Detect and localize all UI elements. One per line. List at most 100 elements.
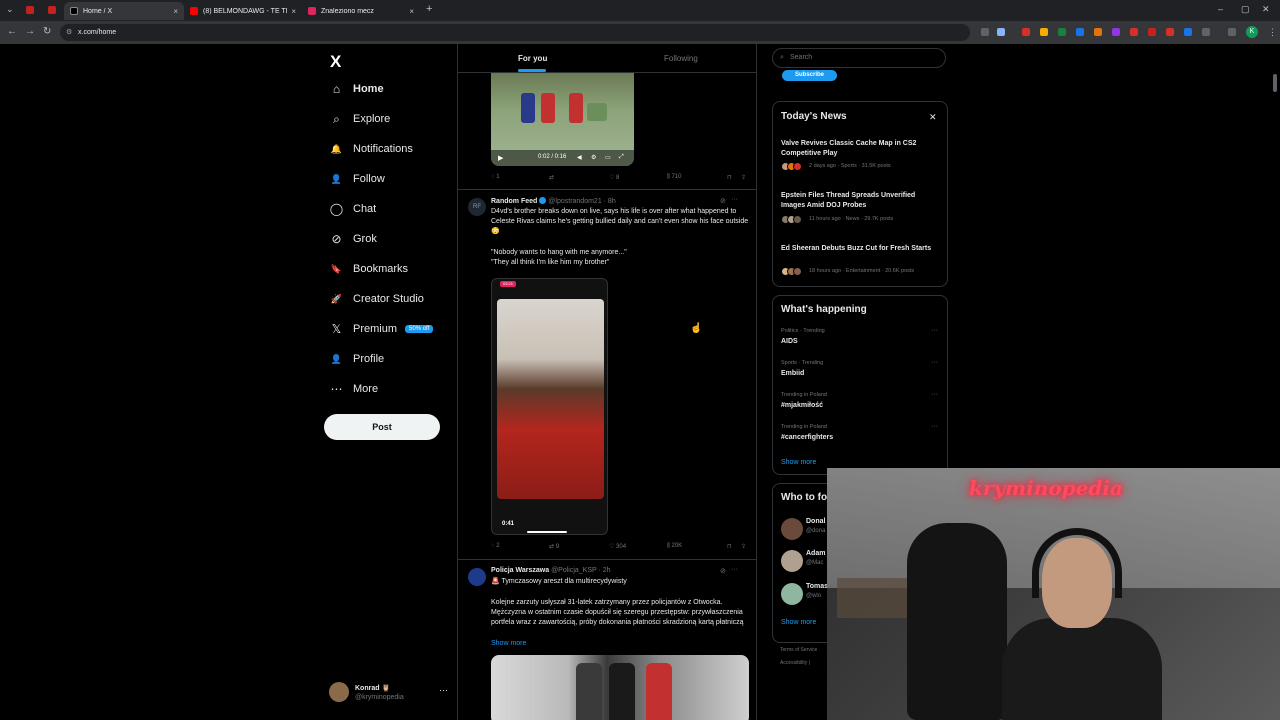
extension-icon[interactable]: [1040, 28, 1048, 36]
mute-icon[interactable]: ◀: [577, 154, 582, 161]
tab-following[interactable]: Following: [664, 54, 698, 63]
scrollbar[interactable]: [1273, 74, 1277, 92]
bookmark-icon[interactable]: ⊓: [727, 174, 732, 181]
more-icon[interactable]: ···: [731, 566, 738, 573]
tweet-video[interactable]: 03:21 0:41: [491, 278, 608, 535]
avatar[interactable]: [781, 583, 803, 605]
nav-more[interactable]: ⋯ More: [330, 379, 379, 399]
footer-link[interactable]: Terms of Service: [780, 647, 817, 653]
settings-icon[interactable]: ⚙: [591, 154, 596, 161]
nav-home[interactable]: ⌂ Home: [330, 79, 384, 99]
share-icon[interactable]: ⇪: [741, 174, 746, 181]
extension-icon[interactable]: [1076, 28, 1084, 36]
repost-button[interactable]: ⇄ 9: [549, 543, 559, 550]
nav-follow[interactable]: 👤 Follow: [330, 169, 385, 189]
pinned-tab-icon[interactable]: [48, 6, 56, 14]
tab-youtube[interactable]: (8) BELMONDAWG - TE TE ×: [184, 2, 302, 20]
reload-icon[interactable]: ↻: [43, 26, 51, 37]
more-icon[interactable]: ···: [931, 423, 938, 430]
nav-profile[interactable]: 👤 Profile: [330, 349, 384, 369]
browser-menu-icon[interactable]: ⋮: [1268, 27, 1277, 38]
profile-avatar[interactable]: K: [1246, 26, 1258, 38]
extension-icon[interactable]: [1184, 28, 1192, 36]
show-more-link[interactable]: Show more: [491, 640, 526, 647]
x-logo-icon[interactable]: X: [330, 52, 341, 72]
show-more-link[interactable]: Show more: [781, 619, 816, 626]
extensions-puzzle-icon[interactable]: [1202, 28, 1210, 36]
grok-icon[interactable]: ⊘: [720, 197, 726, 205]
footer-link[interactable]: Accessibility |: [780, 660, 810, 666]
more-icon[interactable]: ···: [931, 359, 938, 366]
nav-creator-studio[interactable]: 🚀 Creator Studio: [330, 289, 424, 309]
grok-icon[interactable]: ⊘: [720, 567, 726, 575]
more-icon[interactable]: ···: [931, 327, 938, 334]
nav-bookmarks[interactable]: 🔖 Bookmarks: [330, 259, 408, 279]
nav-notifications[interactable]: 🔔 Notifications: [330, 139, 413, 159]
share-icon[interactable]: ⇪: [741, 543, 746, 550]
extension-icon[interactable]: [1094, 28, 1102, 36]
extension-icon[interactable]: [1022, 28, 1030, 36]
extension-icon[interactable]: [1148, 28, 1156, 36]
nav-explore[interactable]: ⌕ Explore: [330, 109, 390, 129]
suggested-name[interactable]: Tomas: [806, 583, 828, 590]
extension-icon[interactable]: [1130, 28, 1138, 36]
avatar[interactable]: [781, 518, 803, 540]
address-bar[interactable]: ⚙ x.com/home: [60, 24, 970, 41]
play-icon[interactable]: ▶: [498, 154, 503, 162]
trend-name[interactable]: #cancerfighters: [781, 434, 833, 441]
tweet-author[interactable]: Policja Warszawa @Policja_KSP · 2h: [491, 567, 611, 574]
show-more-link[interactable]: Show more: [781, 459, 816, 466]
trend-name[interactable]: Embiid: [781, 370, 804, 377]
tab-match[interactable]: Znaleziono mecz ×: [302, 2, 420, 20]
nav-chat[interactable]: ◯ Chat: [330, 199, 376, 219]
close-icon[interactable]: ×: [409, 7, 414, 16]
avatar[interactable]: RF: [468, 198, 486, 216]
reply-button[interactable]: ◌ 2: [491, 543, 500, 549]
pip-icon[interactable]: ▭: [605, 154, 611, 161]
more-icon[interactable]: ···: [931, 391, 938, 398]
nav-grok[interactable]: ⊘ Grok: [330, 229, 376, 249]
avatar[interactable]: [781, 550, 803, 572]
bookmark-icon[interactable]: ⊓: [727, 543, 732, 550]
views-button[interactable]: ⫼ 20K: [667, 543, 682, 550]
pinned-tab-icon[interactable]: [26, 6, 34, 14]
reply-button[interactable]: ◌ 1: [491, 174, 500, 180]
back-icon[interactable]: ←: [7, 26, 17, 37]
extension-icon[interactable]: [1112, 28, 1120, 36]
more-icon[interactable]: ···: [731, 196, 738, 203]
like-button[interactable]: ♡ 304: [609, 543, 626, 550]
extension-icon[interactable]: [1166, 28, 1174, 36]
close-icon[interactable]: ×: [173, 7, 178, 16]
more-icon[interactable]: ···: [439, 685, 448, 695]
tab-home-x[interactable]: Home / X ×: [64, 2, 184, 20]
cast-icon[interactable]: [981, 28, 989, 36]
suggested-name[interactable]: Donal: [806, 518, 825, 525]
window-close-icon[interactable]: ✕: [1262, 4, 1270, 15]
like-button[interactable]: ♡ 8: [609, 174, 619, 181]
tweet-video[interactable]: ▶ 0:02 / 0:16 ◀ ⚙ ▭ ⤢: [491, 73, 634, 166]
subscribe-button[interactable]: Subscribe: [782, 70, 837, 81]
trend-name[interactable]: #mjakmiłość: [781, 402, 823, 409]
maximize-icon[interactable]: ▢: [1241, 4, 1250, 15]
tab-for-you[interactable]: For you: [518, 54, 547, 63]
news-headline[interactable]: Ed Sheeran Debuts Buzz Cut for Fresh Sta…: [781, 244, 941, 254]
forward-icon[interactable]: →: [25, 26, 35, 37]
sidepanel-icon[interactable]: [1228, 28, 1236, 36]
trend-name[interactable]: AIDS: [781, 338, 798, 345]
extension-icon[interactable]: [1058, 28, 1066, 36]
tweet-author[interactable]: Random Feed @lpostrandom21 · 8h: [491, 197, 616, 205]
views-button[interactable]: ⫼ 710: [667, 174, 681, 181]
suggested-name[interactable]: Adam: [806, 550, 825, 557]
star-icon[interactable]: [997, 28, 1005, 36]
tweet-image[interactable]: [491, 655, 749, 720]
nav-premium[interactable]: 𝕏 Premium 50% off: [330, 319, 434, 339]
news-headline[interactable]: Epstein Files Thread Spreads Unverified …: [781, 191, 941, 211]
repost-button[interactable]: ⇄: [549, 174, 554, 181]
avatar[interactable]: [468, 568, 486, 586]
new-tab-button[interactable]: +: [426, 3, 432, 15]
account-switcher[interactable]: Konrad 🦉 @kryminopedia ···: [329, 680, 448, 706]
site-info-icon[interactable]: ⚙: [66, 24, 72, 41]
news-headline[interactable]: Valve Revives Classic Cache Map in CS2 C…: [781, 139, 941, 159]
video-progress[interactable]: [527, 531, 567, 533]
search-input[interactable]: ⌕ Search: [772, 48, 946, 68]
